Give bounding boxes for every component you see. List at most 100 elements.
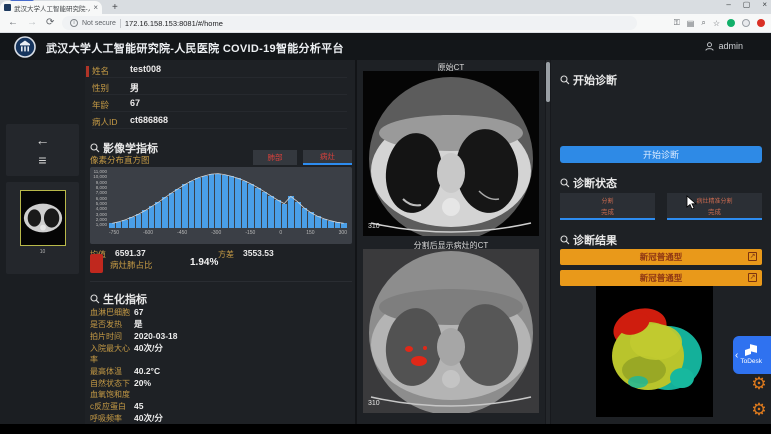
- histogram-bar: [275, 200, 281, 228]
- search-icon: [90, 143, 100, 153]
- patient-age-value: 67: [130, 98, 140, 108]
- patient-row: 性别 男: [92, 79, 347, 95]
- todesk-label: ToDesk: [740, 358, 762, 365]
- menu-icon[interactable]: ≡: [38, 153, 46, 167]
- histogram-bar: [288, 196, 294, 228]
- biochem-section-title: 生化指标: [103, 291, 147, 307]
- reader-icon[interactable]: ▤: [687, 19, 695, 28]
- lymphocyte-label: 血淋巴细胞: [90, 307, 134, 318]
- username: admin: [718, 41, 743, 51]
- heart-rate-value: 40次/分: [134, 343, 163, 365]
- biochem-row: 血淋巴细胞 67: [90, 307, 352, 318]
- patient-sex-value: 男: [130, 81, 139, 94]
- histogram-bar: [235, 178, 241, 228]
- histogram-bar: [202, 176, 208, 228]
- window-maximize-button[interactable]: ▢: [743, 0, 751, 9]
- histogram-bar: [328, 221, 334, 228]
- new-tab-button[interactable]: +: [112, 2, 118, 13]
- status-card-title: 病灶精准分割: [696, 196, 732, 205]
- histogram-bar: [229, 176, 235, 228]
- histogram-x-axis: -750-600-450-300-1500150300: [109, 230, 347, 236]
- x-tick-label: -150: [245, 230, 255, 236]
- user-menu[interactable]: admin: [705, 41, 743, 51]
- status-card-lesion: 病灶精准分割 完成: [667, 193, 762, 220]
- histogram-bar: [308, 212, 314, 228]
- todesk-widget[interactable]: ‹ ToDesk: [733, 336, 771, 374]
- external-link-icon[interactable]: ↗: [748, 273, 757, 282]
- window-close-button[interactable]: ×: [762, 0, 767, 9]
- url-text[interactable]: 172.16.158.153:8081/#/home: [125, 19, 223, 28]
- ct-original-image[interactable]: 310: [363, 71, 539, 236]
- histogram-bar: [189, 181, 195, 228]
- browser-toolbar: ← → ⟳ i Not secure 172.16.158.153:8081/#…: [0, 14, 771, 33]
- external-link-icon[interactable]: ↗: [748, 252, 757, 261]
- start-diagnosis-button[interactable]: 开始诊断: [560, 146, 762, 163]
- alert-badge: [90, 254, 103, 273]
- browser-tabstrip: 武汉大学人工智能研究院-人民医 × + – ▢ ×: [0, 0, 771, 14]
- result-label: 新冠普通型: [640, 251, 683, 263]
- histogram-bars: [109, 171, 347, 228]
- forward-icon[interactable]: →: [27, 17, 37, 28]
- search-icon: [560, 178, 570, 188]
- browser-action-icons: ⚿ ▤ ⌕ ☆: [674, 18, 765, 28]
- tab-title: 武汉大学人工智能研究院-人民医: [14, 3, 90, 13]
- histogram-bar: [182, 184, 188, 228]
- tab-lesion[interactable]: 病灶: [303, 150, 352, 165]
- search-icon: [90, 294, 100, 304]
- scan-date-value: 2020-03-18: [134, 331, 177, 342]
- lymphocyte-value: 67: [134, 307, 143, 318]
- window-minimize-button[interactable]: –: [726, 0, 730, 9]
- series-thumbnail-card[interactable]: 10: [6, 182, 79, 274]
- result-section-title: 诊断结果: [573, 232, 617, 248]
- tab-close-icon[interactable]: ×: [93, 4, 98, 12]
- zoom-icon[interactable]: ⌕: [701, 18, 705, 28]
- address-bar[interactable]: i Not secure 172.16.158.153:8081/#/home: [62, 16, 637, 30]
- spo2-label: 自然状态下血氧饱和度: [90, 378, 134, 400]
- back-icon[interactable]: ←: [8, 17, 18, 28]
- fever-label: 是否发热: [90, 319, 134, 330]
- diagnosis-result-button[interactable]: 新冠普通型 ↗: [560, 270, 762, 286]
- extension-icon[interactable]: [727, 19, 735, 27]
- app-title: 武汉大学人工智能研究院-人民医院 COVID-19智能分析平台: [46, 40, 344, 56]
- scrollbar[interactable]: [546, 60, 550, 424]
- histogram-bar: [341, 223, 347, 228]
- histogram-bar: [335, 222, 341, 228]
- row-accent: [86, 66, 89, 77]
- tab-lung[interactable]: 肺部: [253, 150, 297, 165]
- lesion-3d-render[interactable]: [596, 286, 713, 417]
- info-icon[interactable]: i: [70, 19, 78, 27]
- fever-value: 是: [134, 319, 143, 330]
- profile-avatar-icon[interactable]: [742, 19, 750, 27]
- x-tick-label: 0: [279, 230, 282, 236]
- tab-favicon-icon: [4, 4, 11, 11]
- status-card-state: 完成: [708, 206, 721, 216]
- collapse-back-icon[interactable]: ←: [36, 133, 50, 147]
- gear-icon[interactable]: ⚙: [747, 398, 771, 422]
- lesion-ratio-value: 1.94%: [190, 257, 218, 268]
- spo2-value: 20%: [134, 378, 151, 400]
- variance-label: 方差: [218, 249, 234, 260]
- ct-viewer-panel: 原始CT 310 分割后显示病灶的CT: [357, 60, 545, 424]
- histogram-bar: [262, 192, 268, 228]
- ct-segmented-image[interactable]: 310: [363, 249, 539, 413]
- left-rail: ← ≡ 10: [0, 60, 85, 424]
- variance-value: 3553.53: [243, 248, 274, 258]
- record-icon[interactable]: [757, 19, 765, 27]
- bookmark-star-icon[interactable]: ☆: [713, 19, 720, 28]
- ct-thumbnail[interactable]: [20, 190, 66, 246]
- key-icon[interactable]: ⚿: [674, 18, 680, 28]
- y-tick-label: 1,000: [96, 223, 107, 228]
- crp-label: c反应蛋白: [90, 401, 134, 412]
- max-temp-value: 40.2°C: [134, 366, 160, 377]
- chevron-left-icon[interactable]: ‹: [735, 350, 738, 361]
- gear-icon[interactable]: ⚙: [747, 372, 771, 396]
- letterbox-bar: [0, 424, 771, 434]
- refresh-icon[interactable]: ⟳: [46, 17, 54, 28]
- scrollbar-thumb[interactable]: [546, 62, 550, 102]
- search-icon: [560, 75, 570, 85]
- diagnosis-result-button[interactable]: 新冠普通型 ↗: [560, 249, 762, 265]
- browser-tab[interactable]: 武汉大学人工智能研究院-人民医 ×: [0, 1, 102, 14]
- histogram-bar: [322, 219, 328, 228]
- status-card-state: 完成: [601, 206, 614, 216]
- biochem-row: 拍片时间 2020-03-18: [90, 331, 352, 342]
